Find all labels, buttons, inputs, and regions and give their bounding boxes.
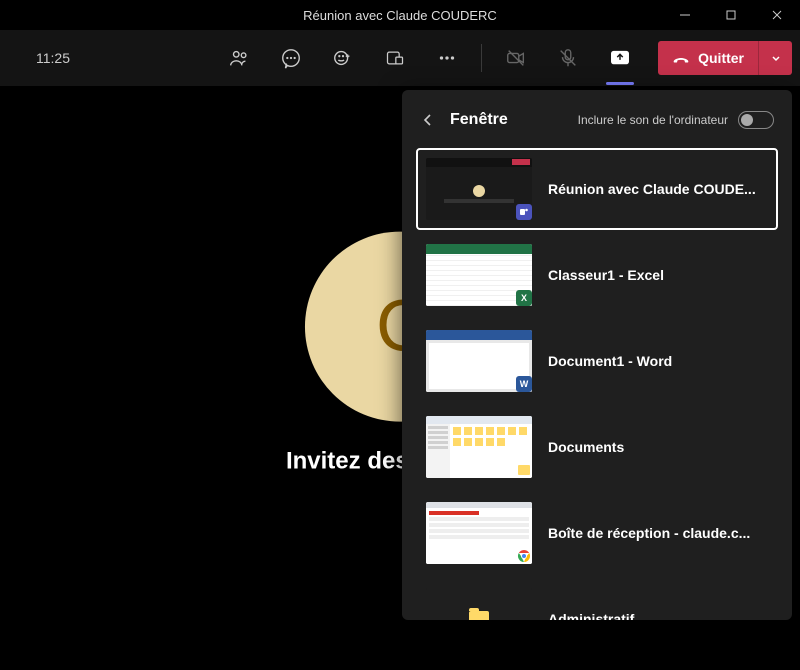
maximize-button[interactable] [708, 0, 754, 30]
window-item-label: Administratif [548, 611, 634, 620]
window-item[interactable]: X Classeur1 - Excel [416, 234, 778, 316]
window-thumbnail: W [426, 330, 532, 392]
window-item[interactable]: Réunion avec Claude COUDE... [416, 148, 778, 230]
titlebar: Réunion avec Claude COUDERC [0, 0, 800, 30]
window-item-label: Réunion avec Claude COUDE... [548, 181, 756, 197]
window-item[interactable]: Administratif [416, 578, 778, 620]
share-panel-header: Fenêtre Inclure le son de l'ordinateur [402, 90, 792, 148]
window-title: Réunion avec Claude COUDERC [303, 8, 497, 23]
folder-icon [516, 462, 532, 478]
window-item[interactable]: Boîte de réception - claude.c... [416, 492, 778, 574]
chat-button[interactable] [267, 34, 315, 82]
hangup-icon [672, 49, 690, 67]
meeting-toolbar: 11:25 Quitter [0, 30, 800, 86]
chevron-down-icon [770, 52, 782, 64]
share-panel-title: Fenêtre [450, 111, 508, 129]
reactions-button[interactable] [319, 34, 367, 82]
window-item-label: Boîte de réception - claude.c... [548, 525, 750, 541]
window-item-label: Document1 - Word [548, 353, 672, 369]
minimize-button[interactable] [662, 0, 708, 30]
folder-icon [469, 611, 489, 620]
window-item-label: Classeur1 - Excel [548, 267, 664, 283]
leave-group: Quitter [658, 41, 792, 75]
call-timer: 11:25 [8, 50, 98, 66]
share-button[interactable] [596, 34, 644, 82]
back-button[interactable] [416, 108, 440, 132]
leave-button[interactable]: Quitter [658, 41, 758, 75]
include-audio-label: Inclure le son de l'ordinateur [578, 113, 728, 127]
leave-label: Quitter [698, 50, 744, 66]
rooms-button[interactable] [371, 34, 419, 82]
meeting-stage: CC Invitez des contacts Fenêtre Inclure … [0, 86, 800, 670]
window-controls [662, 0, 800, 30]
window-item[interactable]: Documents [416, 406, 778, 488]
toolbar-separator [481, 44, 482, 72]
chrome-icon [516, 548, 532, 564]
teams-icon [519, 207, 529, 217]
window-thumbnail: X [426, 244, 532, 306]
window-thumbnail [426, 502, 532, 564]
people-button[interactable] [215, 34, 263, 82]
window-list[interactable]: Réunion avec Claude COUDE... X Classeur1… [402, 148, 792, 620]
window-thumbnail [426, 416, 532, 478]
share-panel: Fenêtre Inclure le son de l'ordinateur R… [402, 90, 792, 620]
chevron-left-icon [420, 112, 436, 128]
window-thumbnail [426, 588, 532, 620]
leave-caret-button[interactable] [758, 41, 792, 75]
window-item[interactable]: W Document1 - Word [416, 320, 778, 402]
window-thumbnail [426, 158, 532, 220]
include-audio-row: Inclure le son de l'ordinateur [578, 111, 774, 129]
microphone-button[interactable] [544, 34, 592, 82]
camera-button[interactable] [492, 34, 540, 82]
include-audio-toggle[interactable] [738, 111, 774, 129]
window-item-label: Documents [548, 439, 624, 455]
close-button[interactable] [754, 0, 800, 30]
more-actions-button[interactable] [423, 34, 471, 82]
